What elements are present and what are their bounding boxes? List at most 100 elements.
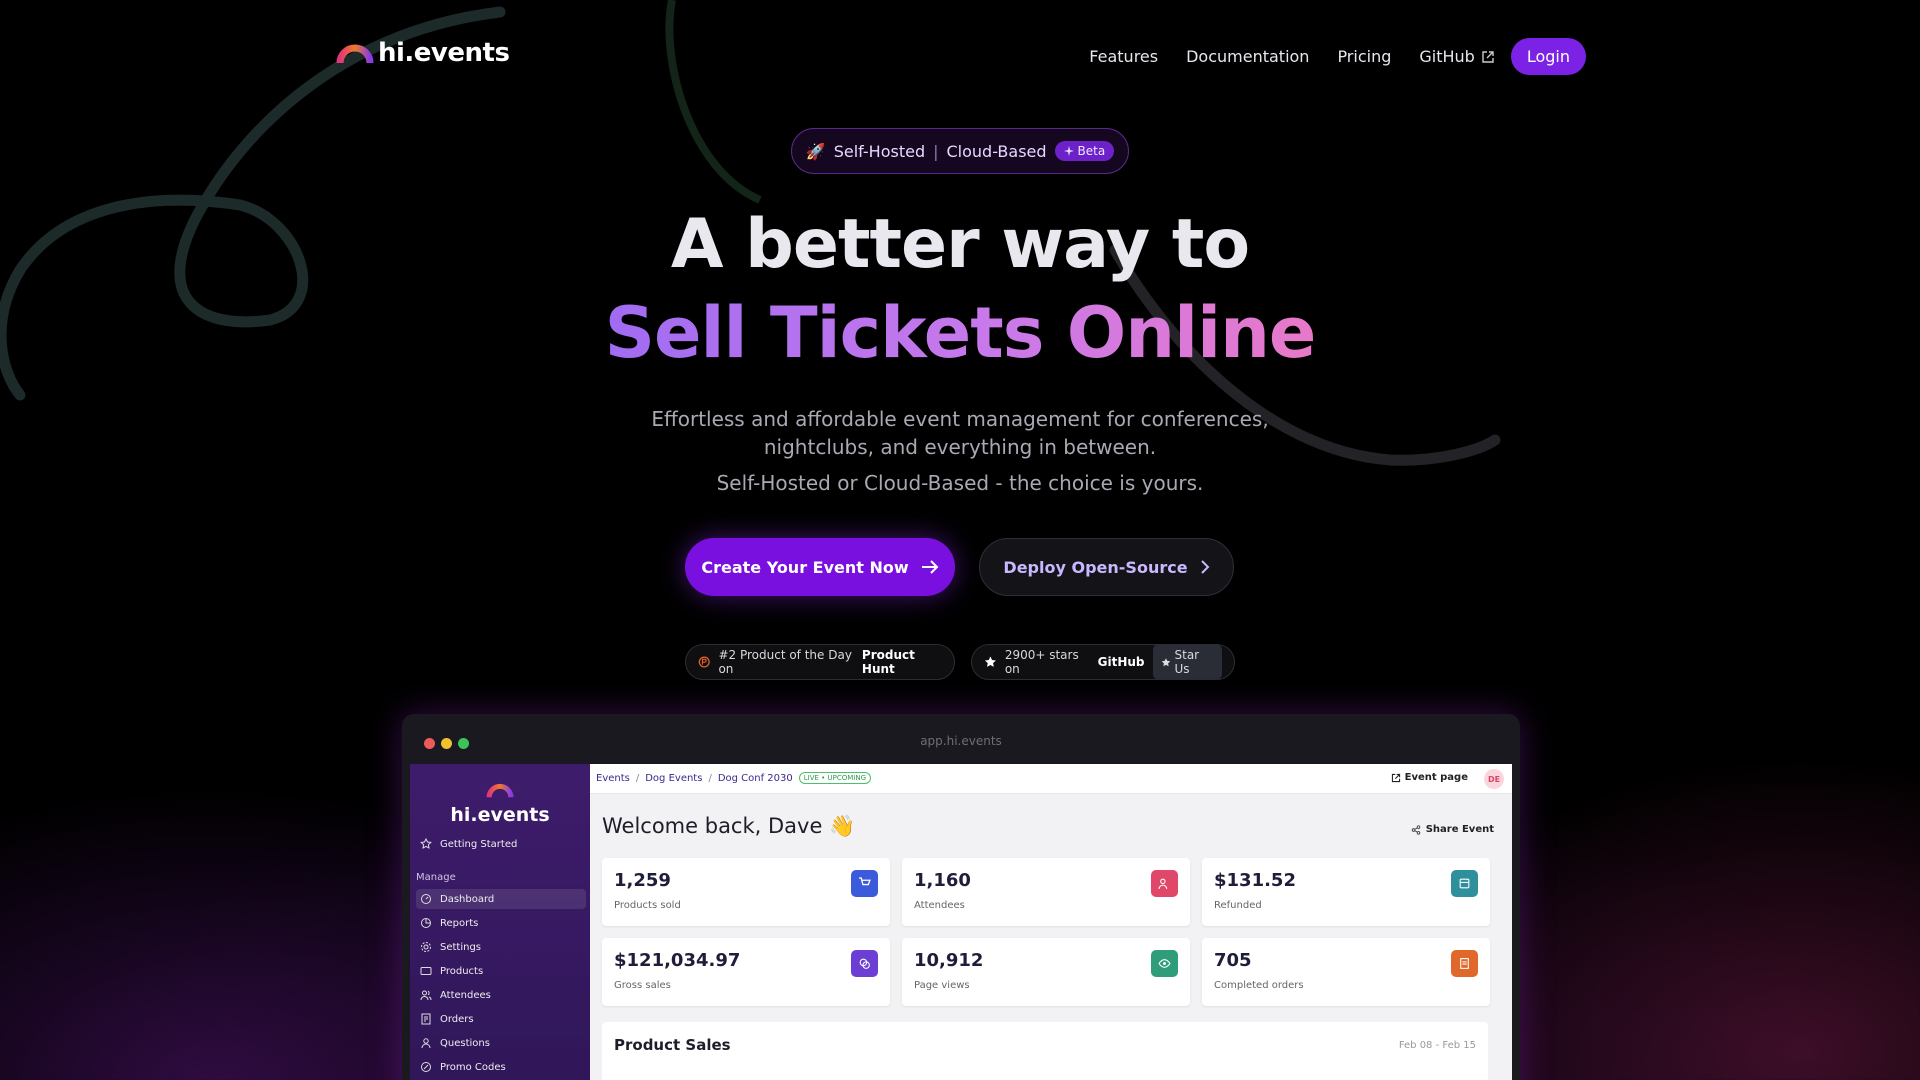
sidebar-item-questions[interactable]: Questions xyxy=(420,1037,490,1049)
welcome-heading: Welcome back, Dave 👋 xyxy=(602,814,856,838)
pill-separator: | xyxy=(933,141,939,161)
hero-subtitle-line1: Effortless and affordable event manageme… xyxy=(651,407,1269,431)
nav-pricing-link[interactable]: Pricing xyxy=(1337,47,1391,66)
stat-value: $131.52 xyxy=(1214,870,1296,891)
github-name: GitHub xyxy=(1097,655,1145,669)
sidebar-item-attendees[interactable]: Attendees xyxy=(420,989,491,1001)
app-main: Events / Dog Events / Dog Conf 2030 LIVE •… xyxy=(590,764,1512,1080)
app-sidebar: hi.events Getting Started Manage Dashboa… xyxy=(410,764,590,1080)
nav-github-link[interactable]: GitHub xyxy=(1419,47,1494,66)
breadcrumb-events[interactable]: Events xyxy=(596,773,630,784)
beta-badge: Beta xyxy=(1054,141,1115,161)
deploy-open-source-button[interactable]: Deploy Open-Source xyxy=(979,538,1234,596)
sidebar-label-questions: Questions xyxy=(440,1037,490,1049)
logo[interactable]: hi.events xyxy=(336,38,510,68)
sparkle-icon xyxy=(1063,146,1074,156)
discount-icon xyxy=(421,1062,431,1072)
hero-tagline: Self-Hosted or Cloud-Based - the choice … xyxy=(716,471,1204,495)
cart-icon xyxy=(851,870,878,897)
star-us-button[interactable]: Star Us xyxy=(1152,644,1222,680)
stat-card-attendees: 1,160 Attendees xyxy=(902,858,1190,926)
product-sales-panel: Product Sales Feb 08 - Feb 15 xyxy=(602,1022,1488,1080)
breadcrumb: Events / Dog Events / Dog Conf 2030 LIVE •… xyxy=(596,772,872,784)
nav-features-link[interactable]: Features xyxy=(1089,47,1158,66)
external-link-small-icon xyxy=(1391,773,1400,782)
stat-card-products-sold: 1,259 Products sold xyxy=(602,858,890,926)
stat-card-completed-orders: 705 Completed orders xyxy=(1202,938,1490,1006)
ticket-icon xyxy=(420,967,432,975)
logo-text: hi.events xyxy=(378,38,510,68)
deploy-open-source-label: Deploy Open-Source xyxy=(1003,557,1188,577)
sidebar-item-promo-codes[interactable]: Promo Codes xyxy=(420,1061,506,1073)
star-icon xyxy=(984,656,996,667)
sidebar-item-getting-started[interactable]: Getting Started xyxy=(420,838,517,850)
product-sales-range[interactable]: Feb 08 - Feb 15 xyxy=(1399,1040,1476,1051)
receipt-icon xyxy=(421,1013,431,1025)
hero-title-gradient: Sell Tickets Online xyxy=(604,292,1317,374)
sidebar-item-reports[interactable]: Reports xyxy=(420,917,478,929)
stat-label: Gross sales xyxy=(614,980,671,991)
nav-documentation-link[interactable]: Documentation xyxy=(1186,47,1309,66)
stat-value: $121,034.97 xyxy=(614,950,741,971)
sidebar-label-attendees: Attendees xyxy=(440,989,491,1001)
stat-label: Products sold xyxy=(614,900,681,911)
app-topbar: Events / Dog Events / Dog Conf 2030 LIVE •… xyxy=(590,764,1512,794)
create-event-label: Create Your Event Now xyxy=(701,557,909,577)
stat-label: Attendees xyxy=(914,900,965,911)
sidebar-label-promo-codes: Promo Codes xyxy=(440,1061,506,1073)
chevron-right-icon xyxy=(1200,560,1209,574)
external-link-icon xyxy=(1482,50,1494,63)
product-hunt-prefix: #2 Product of the Day on xyxy=(718,648,852,676)
breadcrumb-dog-conf[interactable]: Dog Conf 2030 xyxy=(718,773,793,784)
hero-subtitle-line2: nightclubs, and everything in between. xyxy=(763,435,1157,459)
sidebar-logo: hi.events xyxy=(410,782,590,826)
product-hunt-icon xyxy=(698,656,710,668)
sidebar-item-orders[interactable]: Orders xyxy=(420,1013,474,1025)
event-page-link[interactable]: Event page xyxy=(1391,772,1468,783)
star-outline-icon xyxy=(420,838,432,849)
github-stars-badge[interactable]: 2900+ stars on GitHub Star Us xyxy=(971,644,1235,680)
avatar[interactable]: DE xyxy=(1484,769,1504,789)
stat-value: 1,160 xyxy=(914,870,971,891)
product-sales-title: Product Sales xyxy=(614,1036,731,1054)
sidebar-item-settings[interactable]: Settings xyxy=(420,941,481,953)
stat-label: Completed orders xyxy=(1214,980,1304,991)
coins-icon xyxy=(851,950,878,977)
receipt-stat-icon xyxy=(1451,950,1478,977)
deployment-pill: 🚀 Self-Hosted | Cloud-Based Beta xyxy=(791,128,1129,174)
github-stars-prefix: 2900+ stars on xyxy=(1004,648,1079,676)
event-page-label: Event page xyxy=(1404,772,1468,783)
sidebar-item-products[interactable]: Products xyxy=(420,965,483,977)
share-event-label: Share Event xyxy=(1425,824,1494,835)
dashboard-icon xyxy=(421,894,431,904)
share-icon xyxy=(1411,824,1420,835)
window-url: app.hi.events xyxy=(920,734,1002,748)
stat-label: Page views xyxy=(914,980,970,991)
sidebar-label-dashboard: Dashboard xyxy=(440,893,495,905)
nav-github-label: GitHub xyxy=(1419,47,1475,66)
share-event-button[interactable]: Share Event xyxy=(1411,824,1494,835)
logo-arc-icon xyxy=(336,44,374,64)
sidebar-logo-text: hi.events xyxy=(450,804,550,826)
app-preview-window: app.hi.events hi.events Getting Started … xyxy=(402,714,1520,1080)
stat-value: 705 xyxy=(1214,950,1252,971)
product-hunt-badge[interactable]: #2 Product of the Day on Product Hunt xyxy=(685,644,955,680)
stat-label: Refunded xyxy=(1214,900,1262,911)
top-navigation: hi.events Features Documentation Pricing… xyxy=(0,0,1920,114)
sidebar-label-reports: Reports xyxy=(440,917,479,929)
login-button[interactable]: Login xyxy=(1510,38,1586,75)
create-event-button[interactable]: Create Your Event Now xyxy=(685,538,955,596)
stat-card-page-views: 10,912 Page views xyxy=(902,938,1190,1006)
users-stat-icon xyxy=(1151,870,1178,897)
sidebar-logo-arc-icon xyxy=(486,783,514,798)
stat-value: 1,259 xyxy=(614,870,671,891)
user-question-icon xyxy=(421,1038,431,1049)
breadcrumb-dog-events[interactable]: Dog Events xyxy=(645,773,702,784)
reports-icon xyxy=(421,918,431,928)
sidebar-label-settings: Settings xyxy=(440,941,482,953)
hero-title-line1: A better way to xyxy=(670,205,1250,284)
pill-self-hosted: Self-Hosted xyxy=(833,141,926,161)
hero-title-line2: Sell Tickets Online xyxy=(0,292,1920,374)
sidebar-section-manage: Manage xyxy=(416,872,456,883)
sidebar-item-dashboard[interactable]: Dashboard xyxy=(420,893,494,905)
